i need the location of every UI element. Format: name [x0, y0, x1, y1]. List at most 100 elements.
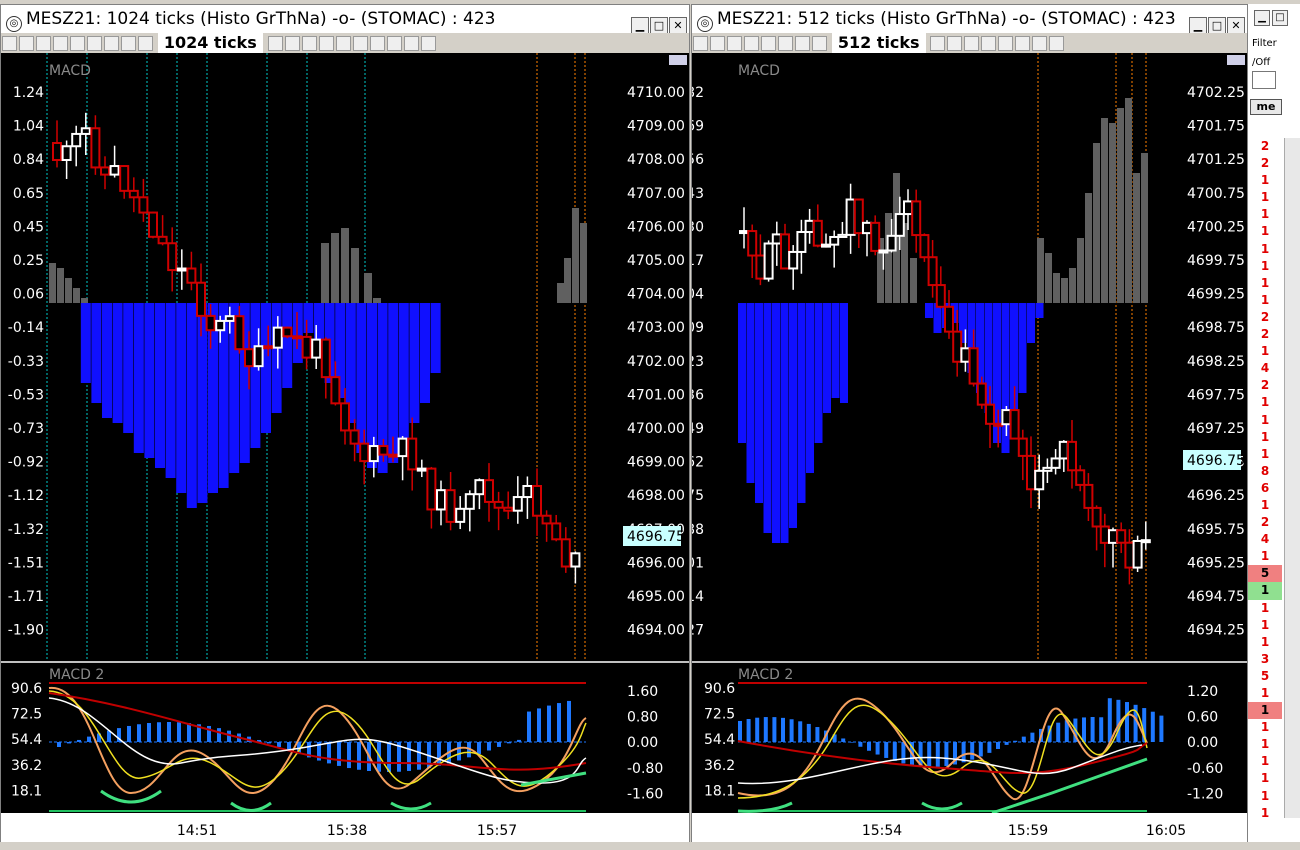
price-axis-label: 4701.75	[1187, 119, 1245, 135]
scrollbar[interactable]	[1284, 138, 1300, 818]
oscillator-histogram-bar	[961, 742, 966, 763]
list-item: 2	[1260, 378, 1270, 393]
macd-histogram-bar	[341, 228, 349, 303]
chart-window-512[interactable]: ◎ MESZ21: 512 ticks (Histo GrThNa) -o- (S…	[691, 4, 1248, 846]
stoch-axis-label: 0.60	[1187, 710, 1218, 726]
candle-body	[993, 422, 1004, 427]
cross-icon[interactable]	[1015, 36, 1031, 51]
list-item: 1	[1260, 549, 1270, 564]
chart-style-icon[interactable]	[104, 36, 119, 51]
ellipse-icon[interactable]	[403, 36, 419, 51]
macd-histogram-bar	[1045, 253, 1052, 303]
macd-axis-label: -1.32	[8, 522, 44, 538]
macd-histogram-bar	[208, 303, 218, 493]
pencil-icon[interactable]	[778, 36, 793, 51]
price-chart[interactable]: MACD 0.82 0.69 0.56 0.43 0.30 0.17 0.04 -0.09 -0.…	[692, 53, 1247, 845]
pencil-icon[interactable]	[761, 36, 776, 51]
column-header[interactable]: me	[1250, 99, 1282, 115]
list-item: 1	[1260, 344, 1270, 359]
oscillator-histogram-bar	[841, 738, 846, 742]
toolbar-button[interactable]	[710, 36, 725, 51]
macd-axis-label: 0.56	[692, 152, 704, 168]
cross-icon[interactable]	[998, 36, 1014, 51]
oscillator-histogram-bar	[327, 742, 331, 764]
candle-body	[878, 249, 889, 254]
window-titlebar[interactable]: ◎ MESZ21: 1024 ticks (Histo GrThNa) -o- (…	[1, 5, 689, 33]
rectangle-icon[interactable]	[1049, 36, 1065, 51]
price-axis-label: 4698.75	[1187, 320, 1245, 336]
stoch-axis-label: 1.20	[1187, 684, 1218, 700]
tick-interval-selector[interactable]: 1024 ticks	[157, 33, 263, 53]
cross-icon[interactable]	[386, 36, 402, 51]
window-title: MESZ21: 512 ticks (Histo GrThNa) -o- (ST…	[717, 9, 1176, 29]
toolbar-button[interactable]	[19, 36, 34, 51]
line-tool-icon[interactable]	[335, 36, 351, 51]
macd-histogram-bar	[1037, 238, 1044, 303]
minimize-icon[interactable]: ▁	[1189, 17, 1207, 33]
quantity-stepper[interactable]	[1252, 71, 1276, 89]
chart-style-icon[interactable]	[795, 36, 810, 51]
close-icon[interactable]: ✕	[1227, 17, 1245, 33]
macd-histogram-bar	[1027, 303, 1035, 343]
ellipse-icon[interactable]	[1032, 36, 1048, 51]
maximize-icon[interactable]: □	[1208, 17, 1226, 33]
candle-body	[1009, 409, 1020, 440]
oscillator-histogram-bar	[127, 725, 131, 742]
pencil-icon[interactable]	[70, 36, 85, 51]
zoom-icon[interactable]	[36, 36, 51, 51]
close-icon[interactable]: ✕	[669, 17, 687, 33]
globe-icon[interactable]	[138, 36, 153, 51]
list-item: 1	[1260, 805, 1270, 820]
candle-body	[215, 319, 226, 332]
arrow-icon[interactable]	[284, 36, 300, 51]
oscillator-histogram-bar	[407, 742, 411, 771]
oscillator-histogram-bar	[177, 722, 181, 742]
price-axis-label: 4698.25	[1187, 354, 1245, 370]
macd-histogram-bar	[789, 303, 797, 528]
cross-icon[interactable]	[352, 36, 368, 51]
macd-axis-label: -1.90	[8, 623, 44, 639]
line-tool-icon[interactable]	[318, 36, 334, 51]
candle-body	[853, 198, 864, 235]
properties-icon[interactable]	[121, 36, 136, 51]
candle-body	[771, 233, 782, 245]
candle-body	[796, 231, 807, 253]
tick-interval-selector[interactable]: 512 ticks	[831, 33, 926, 53]
candle-body	[944, 305, 954, 333]
candle-body	[570, 552, 581, 568]
toolbar-button[interactable]	[2, 36, 17, 51]
zoom-icon[interactable]	[744, 36, 759, 51]
line-tool-icon[interactable]	[964, 36, 980, 51]
macd-histogram-bar	[1117, 108, 1124, 303]
price-axis-label: 4707.00	[627, 186, 685, 202]
stoch-axis-label: 36.2	[11, 758, 42, 774]
cross-icon[interactable]	[369, 36, 385, 51]
macd-axis-label: 0.69	[692, 119, 704, 135]
dropdown-icon[interactable]	[267, 36, 283, 51]
price-chart[interactable]: MACD 1.24 1.04 0.84 0.65 0.45 0.25 0.06 -0.14 -0.…	[1, 53, 689, 845]
dropdown-icon[interactable]	[930, 36, 946, 51]
maximize-icon[interactable]: □	[1272, 10, 1288, 26]
line-tool-icon[interactable]	[981, 36, 997, 51]
arrow-icon[interactable]	[947, 36, 963, 51]
list-item: 1	[1260, 412, 1270, 427]
toolbar-button[interactable]	[693, 36, 708, 51]
chart-window-1024[interactable]: ◎ MESZ21: 1024 ticks (Histo GrThNa) -o- (…	[0, 4, 690, 846]
candle-body	[484, 479, 494, 503]
macd-histogram-bar	[331, 233, 339, 303]
onoff-label[interactable]: /Off	[1248, 57, 1300, 68]
maximize-icon[interactable]: □	[650, 17, 668, 33]
zoom-icon[interactable]	[727, 36, 742, 51]
pencil-icon[interactable]	[87, 36, 102, 51]
minimize-icon[interactable]: ▁	[631, 17, 649, 33]
window-titlebar[interactable]: ◎ MESZ21: 512 ticks (Histo GrThNa) -o- (S…	[692, 5, 1247, 33]
zoom-icon[interactable]	[53, 36, 68, 51]
rectangle-icon[interactable]	[420, 36, 436, 51]
line-tool-icon[interactable]	[301, 36, 317, 51]
macd-axis-label: -0.33	[8, 354, 44, 370]
properties-icon[interactable]	[812, 36, 827, 51]
macd-histogram-bar	[831, 303, 840, 398]
price-axis-label: 4699.25	[1187, 287, 1245, 303]
list-item: 1	[1260, 600, 1270, 615]
minimize-icon[interactable]: ▁	[1254, 10, 1270, 26]
